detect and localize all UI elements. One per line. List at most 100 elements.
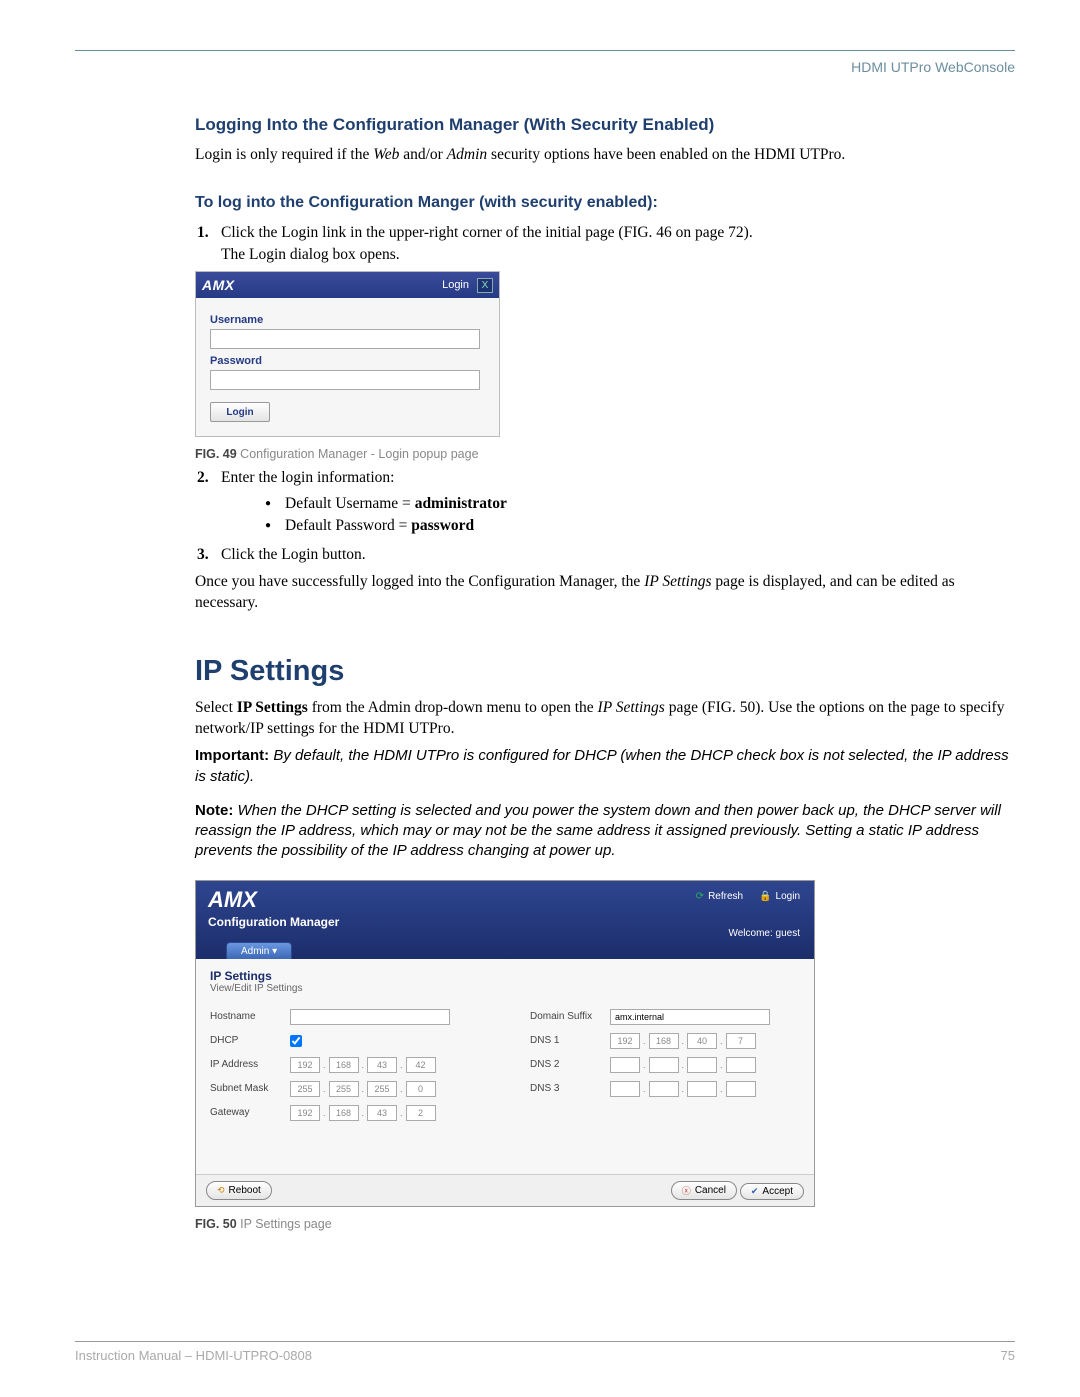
dns3-octet-2[interactable] xyxy=(649,1081,679,1097)
top-links: ⟳Refresh 🔒Login xyxy=(696,891,800,902)
page-footer: Instruction Manual – HDMI-UTPRO-0808 75 xyxy=(75,1341,1015,1363)
ip-p1-em: IP Settings xyxy=(598,699,665,716)
default-password: Default Password = password xyxy=(265,515,1015,537)
default-username: Default Username = administrator xyxy=(265,493,1015,515)
mask-octet-1[interactable] xyxy=(290,1081,320,1097)
dns1-octet-1[interactable] xyxy=(610,1033,640,1049)
dns1-octet-4[interactable] xyxy=(726,1033,756,1049)
b1-pre: Default Username = xyxy=(285,495,415,512)
step-1-text: Click the Login link in the upper-right … xyxy=(221,224,753,241)
refresh-link[interactable]: ⟳Refresh xyxy=(696,891,743,902)
steps-list: 1.Click the Login link in the upper-righ… xyxy=(197,222,1015,265)
gw-octet-4[interactable] xyxy=(406,1105,436,1121)
fig-50-text: IP Settings page xyxy=(237,1217,332,1231)
login-text: Login xyxy=(776,891,800,902)
defaults-list: Default Username = administrator Default… xyxy=(265,493,1015,538)
gateway-label: Gateway xyxy=(210,1107,290,1118)
username-input[interactable] xyxy=(210,329,480,349)
after-steps-paragraph: Once you have successfully logged into t… xyxy=(195,572,1015,614)
intro-pre: Login is only required if the xyxy=(195,146,373,163)
ip-settings-heading: IP Settings xyxy=(195,655,1015,688)
close-icon[interactable]: X xyxy=(477,278,493,293)
ip-footer: ⟲ Reboot ⓧ Cancel ✔Accept xyxy=(196,1174,814,1206)
login-title-link[interactable]: Login xyxy=(442,279,469,291)
mask-octet-3[interactable] xyxy=(367,1081,397,1097)
ip-important: Important: By default, the HDMI UTPro is… xyxy=(195,746,1015,787)
dhcp-checkbox[interactable] xyxy=(290,1035,302,1047)
username-label: Username xyxy=(210,314,485,326)
dns2-octet-1[interactable] xyxy=(610,1057,640,1073)
login-button[interactable]: Login xyxy=(210,402,270,422)
gw-octet-1[interactable] xyxy=(290,1105,320,1121)
dns2-label: DNS 2 xyxy=(530,1059,610,1070)
dns3-label: DNS 3 xyxy=(530,1083,610,1094)
password-input[interactable] xyxy=(210,370,480,390)
intro-web: Web xyxy=(373,146,399,163)
dns2-octet-4[interactable] xyxy=(726,1057,756,1073)
cancel-button[interactable]: ⓧ Cancel xyxy=(671,1181,737,1200)
ipaddr-label: IP Address xyxy=(210,1059,290,1070)
b2-bold: password xyxy=(411,517,474,534)
step-2: 2.Enter the login information: xyxy=(197,467,1015,489)
ip-octet-2[interactable] xyxy=(329,1057,359,1073)
doc-header-title: HDMI UTPro WebConsole xyxy=(75,59,1015,75)
login-dialog-figure: AMX Login X Username Password Login xyxy=(195,271,500,437)
suffix-input[interactable] xyxy=(610,1009,770,1025)
login-link[interactable]: 🔒Login xyxy=(759,891,800,902)
step-3-text: Click the Login button. xyxy=(221,546,366,563)
gw-octet-3[interactable] xyxy=(367,1105,397,1121)
dns1-octet-2[interactable] xyxy=(649,1033,679,1049)
dns3-octet-1[interactable] xyxy=(610,1081,640,1097)
gw-octet-2[interactable] xyxy=(329,1105,359,1121)
after-pre: Once you have successfully logged into t… xyxy=(195,573,644,590)
section-heading-to-log-in: To log into the Configuration Manger (wi… xyxy=(195,194,1015,212)
ip-octet-1[interactable] xyxy=(290,1057,320,1073)
accept-button[interactable]: ✔Accept xyxy=(740,1183,804,1200)
refresh-text: Refresh xyxy=(708,891,743,902)
ip-settings-figure: AMX Configuration Manager ⟳Refresh 🔒Logi… xyxy=(195,880,815,1207)
important-label: Important: xyxy=(195,747,269,764)
dns2-octet-2[interactable] xyxy=(649,1057,679,1073)
step-1: 1.Click the Login link in the upper-righ… xyxy=(197,222,1015,265)
ip-p1-pre: Select xyxy=(195,699,237,716)
hostname-input[interactable] xyxy=(290,1009,450,1025)
tab-bar: Admin ▾ xyxy=(226,942,292,960)
mask-octet-4[interactable] xyxy=(406,1081,436,1097)
fig-49-text: Configuration Manager - Login popup page xyxy=(237,447,479,461)
note-text: When the DHCP setting is selected and yo… xyxy=(195,802,1001,860)
suffix-label: Domain Suffix xyxy=(530,1011,610,1022)
dns2-octet-3[interactable] xyxy=(687,1057,717,1073)
note-label: Note: xyxy=(195,802,233,819)
dns3-octet-4[interactable] xyxy=(726,1081,756,1097)
ip-octet-3[interactable] xyxy=(367,1057,397,1073)
dns1-octet-3[interactable] xyxy=(687,1033,717,1049)
intro-post: security options have been enabled on th… xyxy=(487,146,845,163)
admin-tab[interactable]: Admin ▾ xyxy=(226,942,292,960)
reboot-icon: ⟲ xyxy=(217,1185,225,1196)
fig-49-tag: FIG. 49 xyxy=(195,447,237,461)
mask-octet-2[interactable] xyxy=(329,1081,359,1097)
b1-bold: administrator xyxy=(415,495,507,512)
dns1-label: DNS 1 xyxy=(530,1035,610,1046)
ip-p1-bold: IP Settings xyxy=(237,699,308,716)
footer-page-number: 75 xyxy=(1001,1348,1015,1363)
intro-paragraph: Login is only required if the Web and/or… xyxy=(195,145,1015,166)
cancel-label: Cancel xyxy=(695,1185,726,1196)
top-rule xyxy=(75,50,1015,51)
ip-body: IP Settings View/Edit IP Settings Hostna… xyxy=(196,959,814,1174)
cancel-icon: ⓧ xyxy=(682,1184,691,1197)
fig-49-caption: FIG. 49 Configuration Manager - Login po… xyxy=(195,447,1015,461)
footer-left: Instruction Manual – HDMI-UTPRO-0808 xyxy=(75,1348,312,1363)
step-1-num: 1. xyxy=(197,222,221,244)
config-manager-title: Configuration Manager xyxy=(208,915,802,929)
ip-p1-mid: from the Admin drop-down menu to open th… xyxy=(308,699,598,716)
reboot-button[interactable]: ⟲ Reboot xyxy=(206,1181,272,1200)
ip-octet-4[interactable] xyxy=(406,1057,436,1073)
accept-icon: ✔ xyxy=(751,1186,759,1197)
left-col: Hostname DHCP IP Address . . . Subnet Ma… xyxy=(210,1008,470,1128)
reboot-label: Reboot xyxy=(229,1185,261,1196)
dns3-octet-3[interactable] xyxy=(687,1081,717,1097)
fig-50-tag: FIG. 50 xyxy=(195,1217,237,1231)
steps-list-3: 3.Click the Login button. xyxy=(197,544,1015,566)
hostname-label: Hostname xyxy=(210,1011,290,1022)
